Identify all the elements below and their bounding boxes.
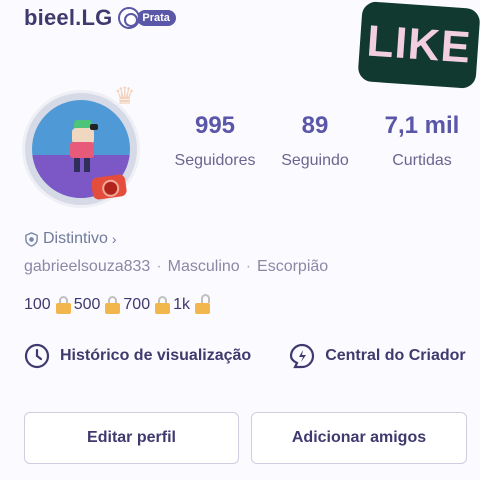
milestone-item: 700 — [123, 296, 173, 314]
like-sticker: LIKE — [357, 0, 480, 90]
medal-icon — [118, 7, 141, 29]
history-shortcut[interactable]: Histórico de visualização — [24, 343, 251, 369]
add-friends-button[interactable]: Adicionar amigos — [251, 412, 467, 464]
stat-label: Curtidas — [392, 152, 452, 169]
shortcuts-row: Histórico de visualização Central do Cri… — [24, 343, 466, 369]
stat-label: Seguindo — [281, 152, 349, 169]
milestone-value: 700 — [123, 296, 151, 313]
lock-icon — [195, 294, 211, 314]
avatar-character-icon — [70, 120, 98, 172]
stat-value: 7,1 mil — [384, 112, 460, 139]
level-badge[interactable]: Prata — [118, 7, 176, 29]
stat-value: 995 — [194, 112, 236, 139]
lock-icon — [55, 296, 71, 314]
shield-icon — [25, 231, 38, 247]
distintivo-link[interactable]: Distintivo › — [24, 230, 117, 248]
creator-label: Central do Criador — [325, 347, 466, 364]
distintivo-label: Distintivo — [43, 230, 108, 247]
separator: · — [245, 258, 252, 275]
profile-sign: Escorpião — [257, 258, 329, 275]
stat-label: Seguidores — [174, 152, 256, 169]
edit-profile-button[interactable]: Editar perfil — [24, 412, 239, 464]
profile-gender: Masculino — [167, 258, 240, 275]
history-label: Histórico de visualização — [60, 347, 252, 364]
profile-info: gabrieelsouza833 · Masculino · Escorpião — [24, 258, 328, 276]
stat-following[interactable]: 89 Seguindo — [265, 112, 365, 170]
milestone-value: 100 — [24, 296, 51, 313]
stat-likes[interactable]: 7,1 mil Curtidas — [367, 112, 477, 170]
milestone-value: 1k — [173, 296, 191, 313]
badge-label: Prata — [137, 10, 176, 26]
username-row: bieel.LG Prata — [24, 5, 176, 31]
stat-followers[interactable]: 995 Seguidores — [165, 112, 265, 170]
creator-center-shortcut[interactable]: Central do Criador — [289, 343, 466, 369]
lock-icon — [155, 296, 171, 314]
username: bieel.LG — [24, 5, 113, 30]
milestone-item: 100 — [24, 296, 74, 314]
milestones-row[interactable]: 100 500 700 1k — [24, 294, 213, 314]
like-sticker-text: LIKE — [365, 16, 473, 73]
stat-value: 89 — [301, 112, 329, 139]
lightning-icon — [290, 343, 315, 369]
crown-icon: ♛ — [114, 83, 136, 110]
lock-icon — [105, 296, 121, 314]
profile-buttons: Editar perfil Adicionar amigos — [24, 412, 467, 464]
clock-icon — [24, 343, 50, 369]
milestone-value: 500 — [73, 296, 101, 313]
milestone-item: 500 — [74, 296, 124, 314]
camera-icon — [90, 173, 128, 201]
stats-row: 995 Seguidores 89 Seguindo 7,1 mil Curti… — [165, 112, 477, 170]
milestone-item: 1k — [173, 294, 213, 314]
separator: · — [156, 258, 162, 275]
chevron-right-icon: › — [111, 231, 117, 247]
avatar[interactable]: ♛ — [22, 83, 140, 208]
profile-handle: gabrieelsouza833 — [24, 258, 151, 275]
